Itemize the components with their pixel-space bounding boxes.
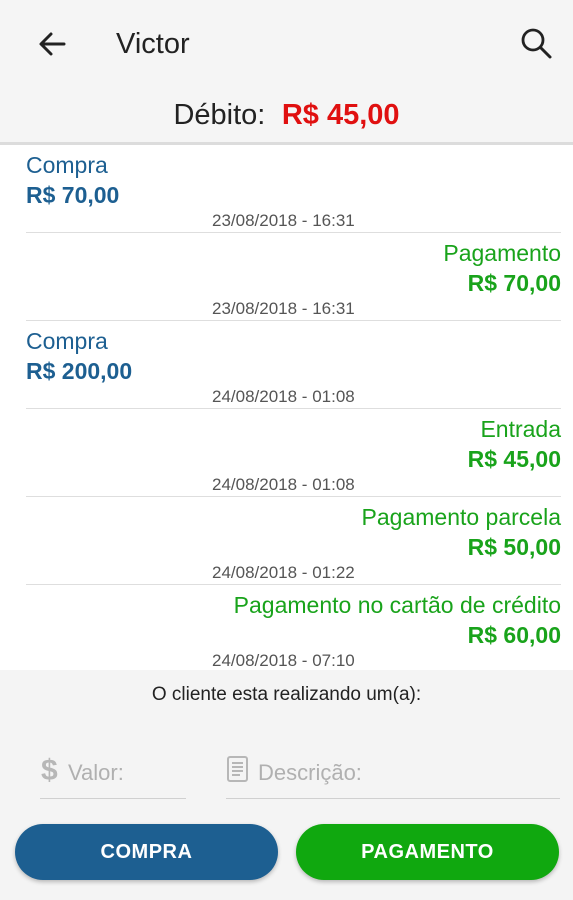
transaction-item[interactable]: Compra R$ 200,00 24/08/2018 - 01:08: [26, 321, 561, 409]
page-title: Victor: [116, 28, 190, 60]
transaction-type: Pagamento no cartão de crédito: [233, 592, 561, 618]
svg-text:$: $: [41, 754, 58, 786]
form-prompt: O cliente esta realizando um(a):: [151, 684, 422, 705]
search-icon[interactable]: [519, 26, 553, 60]
transaction-item[interactable]: Entrada R$ 45,00 24/08/2018 - 01:08: [26, 409, 561, 497]
pagamento-button[interactable]: PAGAMENTO: [296, 824, 559, 880]
dollar-icon: $: [40, 754, 62, 791]
transaction-type: Compra: [26, 328, 108, 354]
transaction-item[interactable]: Compra R$ 70,00 23/08/2018 - 16:31: [26, 145, 561, 233]
debit-value: R$ 45,00: [281, 99, 400, 131]
descricao-input[interactable]: [256, 748, 560, 798]
transaction-item[interactable]: Pagamento parcela R$ 50,00 24/08/2018 - …: [26, 497, 561, 585]
descricao-field[interactable]: [226, 748, 560, 799]
transaction-amount: R$ 70,00: [467, 270, 561, 296]
transaction-date: 23/08/2018 - 16:31: [212, 211, 355, 230]
transaction-amount: R$ 70,00: [26, 182, 120, 208]
transaction-amount: R$ 200,00: [26, 358, 133, 384]
transaction-date: 23/08/2018 - 16:31: [212, 299, 355, 318]
transaction-item[interactable]: Pagamento R$ 70,00 23/08/2018 - 16:31: [26, 233, 561, 321]
transaction-date: 24/08/2018 - 01:08: [212, 475, 355, 494]
transaction-date: 24/08/2018 - 01:08: [212, 387, 355, 406]
debit-label: Débito:: [173, 99, 266, 131]
transaction-amount: R$ 50,00: [467, 534, 561, 560]
valor-field[interactable]: $: [40, 748, 188, 799]
transaction-item[interactable]: Pagamento no cartão de crédito R$ 60,00 …: [26, 585, 561, 670]
app-bar: Victor: [0, 0, 573, 88]
transaction-type: Pagamento parcela: [361, 504, 561, 530]
arrow-left-icon[interactable]: [34, 26, 70, 62]
notepad-icon: [226, 754, 250, 789]
transaction-date: 24/08/2018 - 07:10: [212, 651, 355, 670]
transaction-form: O cliente esta realizando um(a): $ COMPR…: [0, 670, 573, 900]
debit-summary: Débito: R$ 45,00: [0, 88, 573, 145]
transaction-amount: R$ 45,00: [467, 446, 561, 472]
compra-button[interactable]: COMPRA: [15, 824, 278, 880]
transaction-type: Compra: [26, 152, 108, 178]
valor-input[interactable]: [66, 748, 188, 798]
transaction-type: Entrada: [480, 416, 561, 442]
transaction-type: Pagamento: [443, 240, 561, 266]
transaction-amount: R$ 60,00: [467, 622, 561, 648]
transaction-date: 24/08/2018 - 01:22: [212, 563, 355, 582]
transaction-list[interactable]: Compra R$ 70,00 23/08/2018 - 16:31 Pagam…: [0, 145, 573, 670]
